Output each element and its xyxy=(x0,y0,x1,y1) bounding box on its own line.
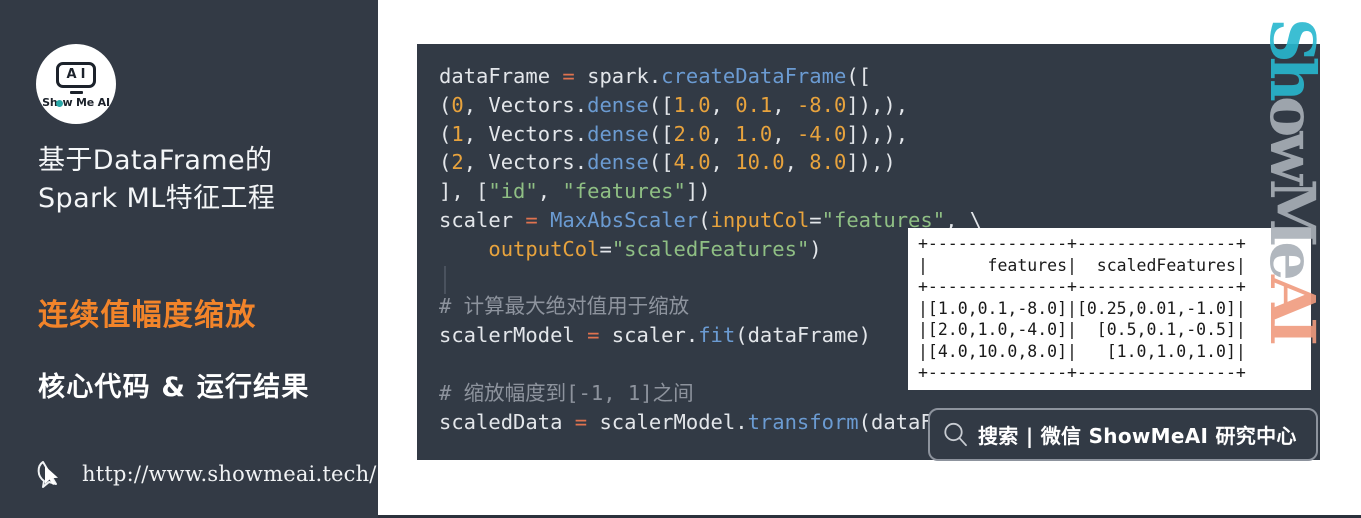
page-root: A I Sh w Me AI 基于DataFrame的 Spark ML特征工程 … xyxy=(0,0,1361,518)
code-line: ], ["id", "features"]) xyxy=(439,179,711,204)
sidebar-panel: A I Sh w Me AI 基于DataFrame的 Spark ML特征工程 … xyxy=(0,0,378,518)
website-link[interactable]: http://www.showmeai.tech/ xyxy=(34,457,377,491)
cursor-pointer-icon xyxy=(37,461,58,488)
brand-logo: A I Sh w Me AI xyxy=(36,44,116,124)
website-url-text: http://www.showmeai.tech/ xyxy=(82,462,377,486)
result-output-table: +--------------+----------------+ | feat… xyxy=(908,228,1311,390)
robot-face-icon: A I xyxy=(56,61,96,88)
search-bar-label: 搜索 | 微信 ShowMeAI 研究中心 xyxy=(978,424,1297,448)
code-line: (1, Vectors.dense([2.0, 1.0, -4.0]),), xyxy=(439,121,909,146)
code-line: dataFrame = spark.createDataFrame([ xyxy=(439,64,871,88)
logo-letter-a: A xyxy=(66,67,77,82)
logo-wordmark: Sh w Me AI xyxy=(42,96,110,109)
logo-wordmark-post: w Me AI xyxy=(62,95,110,109)
logo-stand xyxy=(69,90,83,94)
page-title-line-2: Spark ML特征工程 xyxy=(38,183,276,215)
logo-wordmark-pre: Sh xyxy=(42,95,58,109)
search-icon xyxy=(944,422,967,447)
logo-globe-icon xyxy=(56,99,64,107)
topic-kicker: 连续值幅度缩放 xyxy=(38,298,257,333)
indent-guide xyxy=(444,266,446,294)
wechat-search-bar[interactable]: 搜索 | 微信 ShowMeAI 研究中心 xyxy=(928,408,1318,461)
topic-subkicker: 核心代码 & 运行结果 xyxy=(38,372,310,403)
page-title-line-1: 基于DataFrame的 xyxy=(38,145,273,176)
code-line: (0, Vectors.dense([1.0, 0.1, -8.0]),), xyxy=(439,92,909,117)
page-title: 基于DataFrame的 Spark ML特征工程 xyxy=(38,142,368,219)
logo-letter-i: I xyxy=(80,67,86,82)
code-line: (2, Vectors.dense([4.0, 10.0, 8.0]),) xyxy=(439,150,896,175)
